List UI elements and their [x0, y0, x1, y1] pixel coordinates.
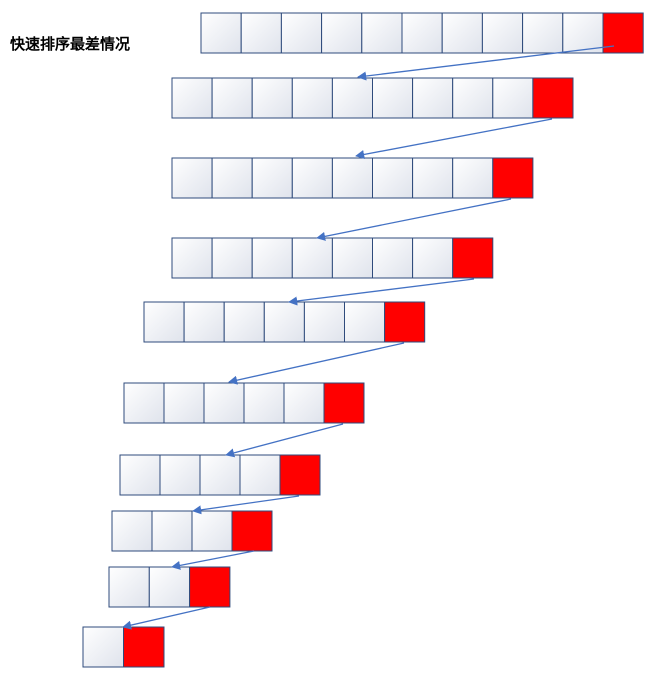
array-cell	[441, 12, 483, 54]
array-cell	[243, 382, 285, 424]
array-cell	[108, 566, 150, 608]
array-cell	[240, 12, 282, 54]
array-cell	[200, 12, 242, 54]
array-cell	[344, 301, 386, 343]
array-cell	[111, 510, 153, 552]
pivot-cell	[532, 77, 574, 119]
array-cell	[211, 157, 253, 199]
array-cell	[143, 301, 185, 343]
array-cell	[203, 382, 245, 424]
array-cell	[199, 454, 241, 496]
array-cell	[412, 237, 454, 279]
array-cell	[372, 157, 414, 199]
array-cell	[452, 157, 494, 199]
pivot-cell	[123, 626, 165, 668]
array-row	[143, 301, 426, 343]
array-row	[171, 77, 574, 119]
array-row	[111, 510, 273, 552]
partition-arrow	[225, 423, 344, 458]
array-cell	[321, 12, 363, 54]
pivot-cell	[231, 510, 273, 552]
array-cell	[331, 237, 373, 279]
array-cell	[183, 301, 225, 343]
array-cell	[303, 301, 345, 343]
quicksort-worst-case-diagram	[82, 12, 644, 668]
pivot-cell	[492, 157, 534, 199]
partition-arrow	[171, 550, 255, 570]
array-row	[171, 237, 494, 279]
array-cell	[562, 12, 604, 54]
array-row	[119, 454, 321, 496]
array-cell	[331, 157, 373, 199]
array-cell	[171, 157, 213, 199]
array-cell	[291, 237, 333, 279]
array-row	[108, 566, 231, 608]
array-cell	[291, 157, 333, 199]
array-cell	[151, 510, 193, 552]
array-cell	[163, 382, 205, 424]
partition-arrow	[122, 606, 211, 630]
array-cell	[280, 12, 323, 54]
array-row	[123, 382, 365, 424]
array-row	[200, 12, 644, 54]
pivot-cell	[279, 454, 321, 496]
pivot-cell	[323, 382, 365, 424]
array-cell	[372, 237, 414, 279]
array-cell	[283, 382, 325, 424]
partition-arrow	[192, 495, 300, 515]
partition-arrow	[316, 198, 512, 241]
pivot-cell	[384, 301, 426, 343]
array-cell	[291, 77, 333, 119]
array-cell	[412, 157, 454, 199]
array-cell	[191, 510, 233, 552]
array-row	[82, 626, 165, 668]
array-cell	[452, 77, 494, 119]
array-cell	[522, 12, 564, 54]
partition-arrow	[228, 342, 405, 385]
pivot-cell	[452, 237, 494, 279]
array-cell	[171, 77, 213, 119]
array-cell	[481, 12, 524, 54]
array-cell	[148, 566, 191, 608]
array-cell	[263, 301, 305, 343]
array-cell	[412, 77, 454, 119]
array-cell	[331, 77, 373, 119]
array-cell	[239, 454, 281, 496]
array-cell	[123, 382, 165, 424]
pivot-cell	[189, 566, 231, 608]
array-cell	[119, 454, 161, 496]
partition-arrow	[355, 118, 553, 159]
array-cell	[492, 77, 534, 119]
array-cell	[211, 77, 253, 119]
array-cell	[361, 12, 403, 54]
array-cell	[82, 626, 124, 668]
array-cell	[251, 237, 293, 279]
array-row	[171, 157, 534, 199]
array-cell	[159, 454, 201, 496]
array-cell	[251, 157, 293, 199]
array-cell	[223, 301, 265, 343]
array-cell	[372, 77, 414, 119]
partition-arrow	[288, 278, 475, 306]
array-cell	[171, 237, 213, 279]
array-cell	[211, 237, 253, 279]
array-cell	[401, 12, 443, 54]
array-cell	[251, 77, 293, 119]
